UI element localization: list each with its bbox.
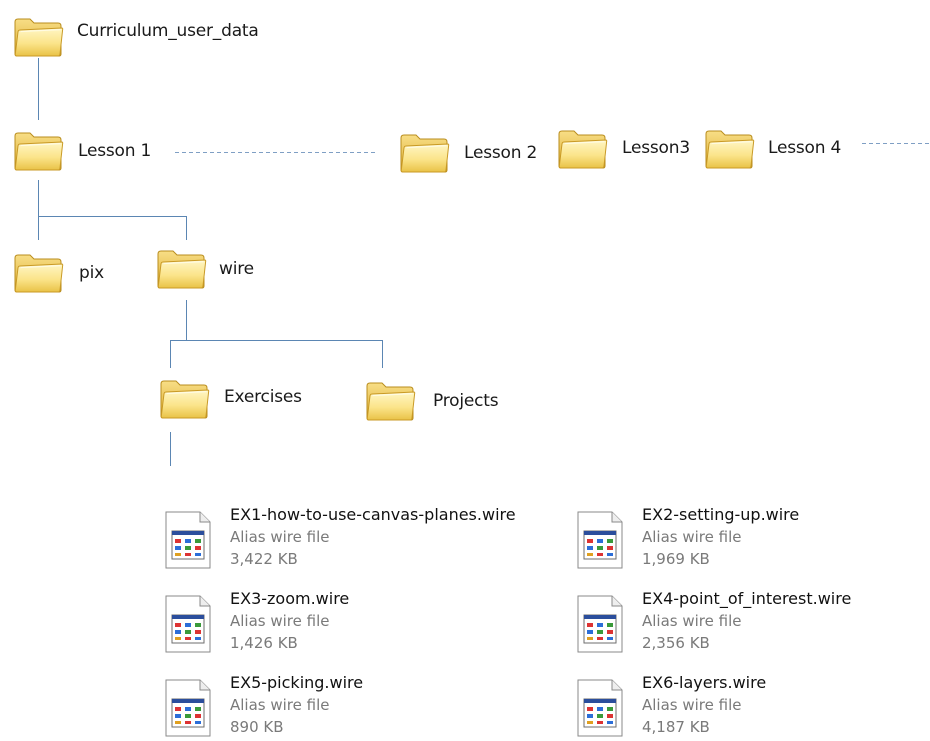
file-type: Alias wire file	[230, 612, 330, 630]
tree-connectors	[38, 58, 930, 466]
file-type: Alias wire file	[642, 612, 742, 630]
folder-icon[interactable]	[703, 126, 755, 170]
file-name: EX5-picking.wire	[230, 673, 364, 692]
folder-icon[interactable]	[364, 378, 416, 422]
file-name: EX3-zoom.wire	[230, 589, 350, 608]
file-name: EX6-layers.wire	[642, 673, 767, 692]
file-size: 890 KB	[230, 718, 284, 736]
folder-icon[interactable]	[12, 128, 64, 172]
folder-icon[interactable]	[12, 14, 64, 58]
wire-file-icon	[164, 595, 212, 653]
folder-label-projects[interactable]: Projects	[433, 391, 499, 411]
wire-file-icon	[164, 679, 212, 737]
wire-file-icon	[164, 511, 212, 569]
folder-icon[interactable]	[398, 130, 450, 174]
folder-label-lesson3[interactable]: Lesson3	[622, 138, 690, 158]
folder-label-lesson4[interactable]: Lesson 4	[768, 138, 841, 158]
file-size: 3,422 KB	[230, 550, 298, 568]
folder-label-lesson1[interactable]: Lesson 1	[78, 141, 151, 161]
file-type: Alias wire file	[230, 528, 330, 546]
file-name: EX4-point_of_interest.wire	[642, 589, 852, 608]
folder-icon[interactable]	[155, 246, 207, 290]
folder-label-wire[interactable]: wire	[219, 259, 254, 279]
folder-label-lesson2[interactable]: Lesson 2	[464, 143, 537, 163]
folder-tree-diagram: Curriculum_user_data Lesson 1 Lesson 2 L…	[0, 0, 930, 738]
file-type: Alias wire file	[230, 696, 330, 714]
file-type: Alias wire file	[642, 528, 742, 546]
folder-label-root[interactable]: Curriculum_user_data	[77, 21, 259, 41]
file-size: 2,356 KB	[642, 634, 710, 652]
folder-label-exercises[interactable]: Exercises	[224, 387, 302, 407]
file-type: Alias wire file	[642, 696, 742, 714]
wire-file-icon	[576, 595, 624, 653]
file-size: 1,969 KB	[642, 550, 710, 568]
folder-icon[interactable]	[12, 250, 64, 294]
file-size: 4,187 KB	[642, 718, 710, 736]
file-name: EX2-setting-up.wire	[642, 505, 800, 524]
wire-file-icon	[576, 511, 624, 569]
folder-label-pix[interactable]: pix	[79, 263, 104, 283]
wire-file-icon	[576, 679, 624, 737]
file-size: 1,426 KB	[230, 634, 298, 652]
folder-icon[interactable]	[158, 376, 210, 420]
file-name: EX1-how-to-use-canvas-planes.wire	[230, 505, 516, 524]
folder-icon[interactable]	[556, 126, 608, 170]
